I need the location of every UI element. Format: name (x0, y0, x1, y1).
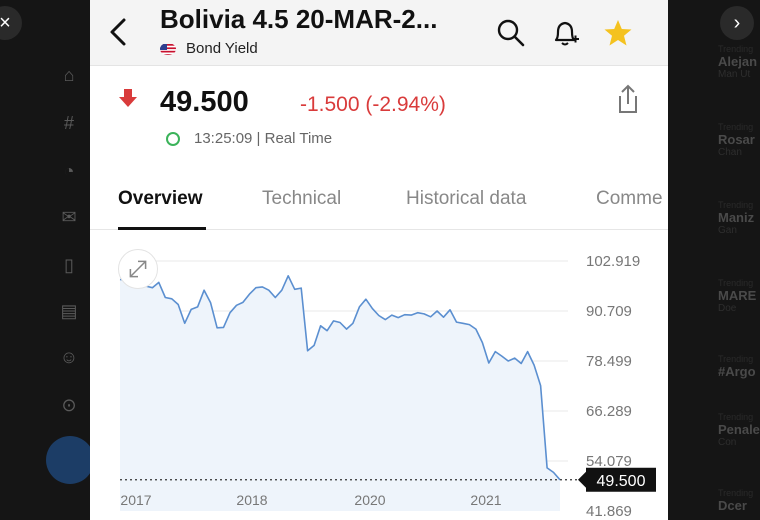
home-icon[interactable]: ⌂ (58, 64, 80, 86)
trend-item[interactable]: Trending MARE Doe (718, 278, 756, 314)
mail-icon[interactable]: ✉ (58, 206, 80, 228)
instrument-title: Bolivia 4.5 20-MAR-2... (160, 4, 438, 34)
search-icon[interactable] (496, 18, 526, 48)
trend-item[interactable]: Trending Dcer (718, 488, 753, 513)
trend-item[interactable]: Trending Maniz Gan (718, 200, 754, 236)
y-tick-label: 90.709 (586, 303, 632, 320)
close-icon[interactable]: × (0, 6, 22, 40)
profile-icon[interactable]: ☺ (58, 346, 80, 368)
left-sidebar: × ⌂ # ◔ ✉ ▯ ▤ ☺ ⊙ (0, 0, 94, 520)
trend-item[interactable]: Trending Penale Con (718, 412, 760, 448)
trend-item[interactable]: Trending Rosar Chan (718, 122, 755, 158)
y-tick-label: 41.869 (586, 503, 632, 520)
expand-icon (129, 260, 147, 278)
last-value-label: 49.500 (597, 473, 646, 490)
trend-item[interactable]: Trending #Argo (718, 354, 756, 379)
x-tick-label: 2020 (354, 492, 385, 508)
x-tick-label: 2018 (236, 492, 267, 508)
down-arrow-icon (119, 89, 137, 107)
tab-overview[interactable]: Overview (118, 188, 203, 210)
compose-button[interactable] (46, 436, 94, 484)
y-tick-label: 54.079 (586, 453, 632, 470)
clock-icon (166, 131, 180, 146)
tab-technical[interactable]: Technical (262, 188, 341, 210)
timestamp: 13:25:09 | Real Time (194, 130, 333, 147)
bell-plus-icon[interactable] (550, 18, 580, 48)
star-icon[interactable] (603, 18, 633, 48)
next-icon[interactable]: › (720, 6, 754, 40)
more-icon[interactable]: ⊙ (58, 394, 80, 416)
instrument-type: Bond Yield (160, 40, 258, 57)
us-flag-icon (160, 43, 176, 55)
tab-comments[interactable]: Comme (596, 188, 663, 210)
expand-chart-button[interactable] (118, 249, 158, 289)
tab-bar: Overview Technical Historical data Comme (90, 166, 668, 230)
lists-icon[interactable]: ▤ (58, 300, 80, 322)
trend-item[interactable]: Trending Alejan Man Ut (718, 44, 757, 80)
notifications-icon[interactable]: ◔ (58, 160, 80, 182)
tab-historical-data[interactable]: Historical data (406, 188, 526, 210)
back-icon[interactable] (106, 14, 130, 50)
instrument-subtitle: Bond Yield (186, 40, 258, 57)
hashtag-icon[interactable]: # (58, 112, 80, 134)
y-tick-label: 66.289 (586, 403, 632, 420)
last-value-pointer (578, 470, 587, 489)
last-price: 49.500 (160, 86, 249, 118)
share-icon[interactable] (616, 84, 640, 114)
quote-time: 13:25:09 | Real Time (166, 130, 332, 147)
top-bar: Bolivia 4.5 20-MAR-2... Bond Yield (90, 0, 668, 66)
active-tab-indicator (118, 227, 206, 230)
price-chart[interactable]: 102.919 90.709 78.499 66.289 54.079 41.869 49.… (90, 231, 668, 520)
x-tick-label: 2017 (120, 492, 151, 508)
x-tick-label: 2021 (470, 492, 501, 508)
y-tick-label: 78.499 (586, 353, 632, 370)
y-tick-label: 102.919 (586, 253, 640, 270)
instrument-screen: Bolivia 4.5 20-MAR-2... Bond Yield 49.50… (90, 0, 668, 520)
price-change: -1.500 (-2.94%) (300, 93, 446, 116)
chart-svg: 102.919 90.709 78.499 66.289 54.079 41.869 49.… (119, 253, 656, 520)
quote-summary: 49.500 -1.500 (-2.94%) 13:25:09 | Real T… (90, 66, 668, 166)
bookmark-icon[interactable]: ▯ (58, 254, 80, 276)
